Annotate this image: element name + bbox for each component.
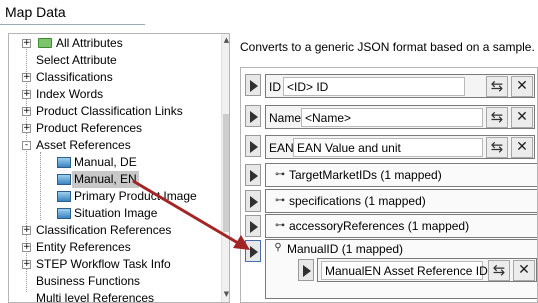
object-key-icon: ⊶ — [275, 220, 285, 231]
mapping-row-name: Name <Name> ⇆ ✕ — [245, 105, 535, 129]
tree-item-asset-references[interactable]: - Asset References — [9, 137, 219, 154]
tree-item-classification-references[interactable]: + Classification References — [9, 222, 219, 239]
folder-icon — [38, 38, 52, 48]
mapper-description: Converts to a generic JSON format based … — [240, 40, 535, 54]
expand-icon[interactable]: + — [22, 90, 31, 99]
mapping-field-box: EAN EAN Value and unit ⇆ ✕ — [265, 135, 535, 159]
mapping-field-box: ManualEN Asset Reference ID ⇆ ✕ — [317, 258, 537, 282]
tree-item-label: Entity References — [36, 240, 131, 254]
tree-item-index-words[interactable]: + Index Words — [9, 86, 219, 103]
expand-icon[interactable]: + — [22, 107, 31, 116]
tree-item-product-classification-links[interactable]: + Product Classification Links — [9, 103, 219, 120]
map-icon[interactable]: ⇆ — [486, 76, 508, 97]
object-label: TargetMarketIDs (1 mapped) — [289, 168, 442, 182]
mapping-value-field[interactable]: EAN Value and unit — [293, 138, 483, 157]
tree-item-product-references[interactable]: + Product References — [9, 120, 219, 137]
play-icon[interactable] — [245, 190, 261, 212]
scrollbar-thumb[interactable] — [223, 114, 229, 232]
title-bar: Map Data — [0, 0, 538, 28]
expand-icon[interactable]: + — [22, 226, 31, 235]
image-asset-icon — [57, 191, 71, 202]
expand-icon[interactable]: + — [22, 260, 31, 269]
mapping-object-target-market-ids: ⊶ TargetMarketIDs (1 mapped) — [245, 163, 537, 187]
map-icon[interactable]: ⇆ — [488, 260, 510, 281]
tree-item-label: Situation Image — [74, 206, 158, 220]
mapping-row-id: ID <ID> ID ⇆ ✕ — [245, 74, 535, 98]
mapping-field-box: Name <Name> ⇆ ✕ — [265, 105, 535, 129]
mapping-field-box: ID <ID> ID ⇆ ✕ — [265, 74, 535, 98]
tree-item-primary-product-image[interactable]: Primary Product Image — [9, 188, 219, 205]
tree-item-step-workflow-task-info[interactable]: + STEP Workflow Task Info — [9, 256, 219, 273]
tree-item-label: Asset References — [36, 138, 131, 152]
collapse-icon[interactable]: - — [22, 141, 31, 150]
object-key-icon: ⊶ — [275, 195, 285, 206]
image-asset-icon — [57, 208, 71, 219]
mapping-object-manual-id: ⚲ ManualID (1 mapped) ManualEN Asset Ref… — [245, 239, 537, 299]
json-mapping-pane[interactable]: ID <ID> ID ⇆ ✕ Name <Name> ⇆ ✕ EAN EAN V… — [240, 67, 538, 303]
image-asset-icon — [57, 157, 71, 168]
tree-item-label: Product Classification Links — [36, 104, 183, 118]
mapping-value-field[interactable]: <ID> ID — [283, 77, 465, 96]
expand-icon[interactable]: + — [22, 243, 31, 252]
mapping-object-specifications: ⊶ specifications (1 mapped) — [245, 189, 537, 213]
tree-item-label: Classification References — [36, 223, 172, 237]
play-icon[interactable] — [298, 259, 314, 281]
scroll-down-icon[interactable]: ▼ — [223, 290, 229, 298]
field-name: ID — [269, 80, 281, 94]
map-icon[interactable]: ⇆ — [486, 137, 508, 158]
play-icon-drop-target[interactable] — [245, 240, 261, 262]
map-icon[interactable]: ⇆ — [486, 107, 508, 128]
tree-scrollbar[interactable]: ▲ ▼ — [221, 34, 229, 302]
play-icon[interactable] — [245, 164, 261, 186]
tree-item-label: Primary Product Image — [74, 189, 197, 203]
object-key-icon: ⊶ — [275, 169, 285, 180]
mapping-value-field[interactable]: ManualEN Asset Reference ID — [321, 261, 488, 280]
tree-item-label: All Attributes — [56, 36, 123, 50]
tree-item-all-attributes[interactable]: + All Attributes — [9, 35, 219, 52]
tree-item-manual-de[interactable]: Manual, DE — [9, 154, 219, 171]
tree-item-situation-image[interactable]: Situation Image — [9, 205, 219, 222]
title-underline — [0, 24, 145, 25]
object-label: specifications (1 mapped) — [289, 194, 426, 208]
delete-icon[interactable]: ✕ — [513, 260, 535, 281]
image-asset-icon — [57, 174, 71, 185]
field-name: Name — [269, 111, 302, 125]
tree-item-label: Select Attribute — [36, 53, 117, 67]
tree-item-label: Product References — [36, 121, 143, 135]
tree-item-entity-references[interactable]: + Entity References — [9, 239, 219, 256]
tree-item-select-attribute[interactable]: Select Attribute — [9, 52, 219, 69]
play-icon[interactable] — [245, 105, 261, 127]
delete-icon[interactable]: ✕ — [511, 137, 533, 158]
expand-icon[interactable]: + — [22, 39, 31, 48]
tree-item-label: Classifications — [36, 70, 113, 84]
scroll-up-icon[interactable]: ▲ — [223, 36, 229, 44]
object-key-icon: ⚲ — [274, 242, 282, 253]
tree-item-label-selected: Manual, EN — [72, 171, 139, 188]
tree-item-label: STEP Workflow Task Info — [36, 257, 171, 271]
play-icon[interactable] — [245, 215, 261, 237]
tree-item-business-functions[interactable]: Business Functions — [9, 273, 219, 290]
play-icon[interactable] — [245, 135, 261, 157]
tree-item-classifications[interactable]: + Classifications — [9, 69, 219, 86]
mapping-row-ean: EAN EAN Value and unit ⇆ ✕ — [245, 135, 535, 159]
mapping-value-field[interactable]: <Name> — [301, 108, 483, 127]
tree-item-multi-level-references[interactable]: Multi level References — [9, 290, 219, 303]
mapping-object-accessory-references: ⊶ accessoryReferences (1 mapped) — [245, 214, 537, 238]
delete-icon[interactable]: ✕ — [511, 76, 533, 97]
tree-item-label: Index Words — [36, 87, 104, 101]
object-label: ManualID (1 mapped) — [287, 242, 404, 256]
window-title: Map Data — [5, 4, 66, 20]
tree-item-label: Business Functions — [36, 274, 141, 288]
play-icon[interactable] — [245, 74, 261, 96]
expand-icon[interactable]: + — [22, 73, 31, 82]
tree-item-label: Multi level References — [36, 291, 155, 303]
tree-item-label: Manual, DE — [74, 155, 137, 169]
attribute-tree[interactable]: + All Attributes Select Attribute + Clas… — [8, 33, 230, 303]
expand-icon[interactable]: + — [22, 124, 31, 133]
tree-item-manual-en[interactable]: Manual, EN — [9, 171, 219, 188]
object-label: accessoryReferences (1 mapped) — [289, 219, 470, 233]
delete-icon[interactable]: ✕ — [511, 107, 533, 128]
field-name: EAN — [269, 141, 294, 155]
